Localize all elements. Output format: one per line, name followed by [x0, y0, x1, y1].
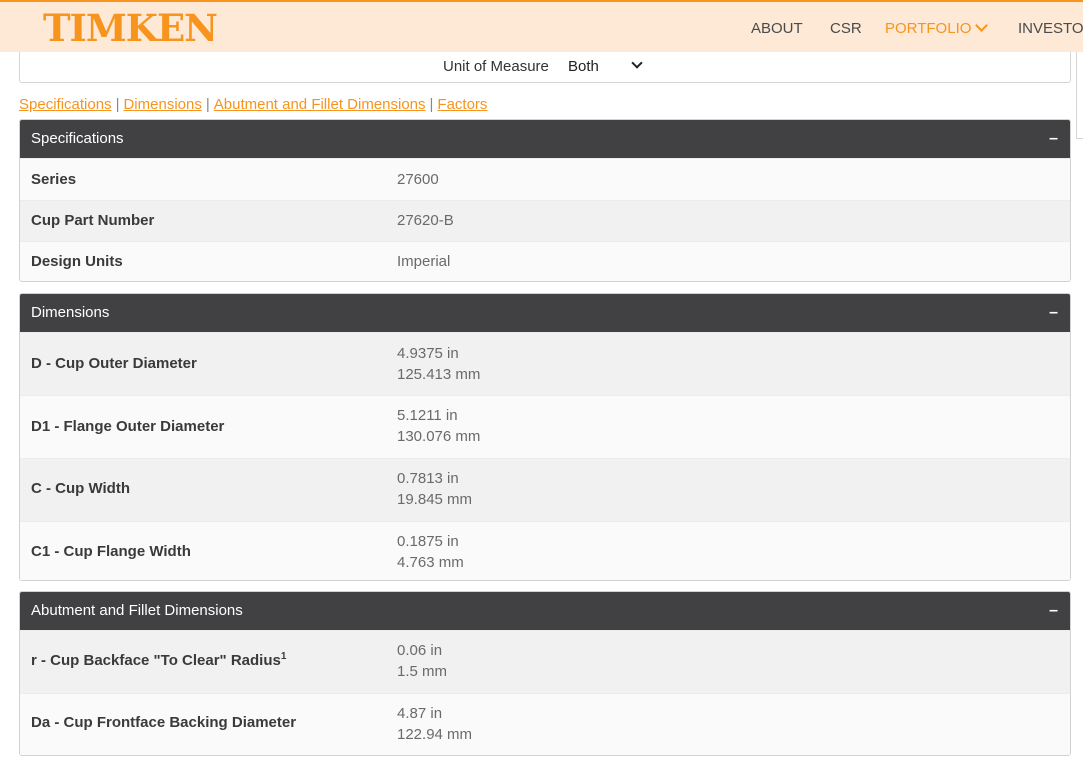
row-label: C1 - Cup Flange Width: [31, 543, 191, 560]
side-panel-edge: [1076, 52, 1083, 139]
link-abutment[interactable]: Abutment and Fillet Dimensions: [214, 96, 426, 113]
value-mm: 130.076 mm: [397, 428, 481, 445]
row-label: C - Cup Width: [31, 480, 131, 497]
row-value: Imperial: [397, 253, 451, 270]
row-label: Design Units: [31, 253, 123, 270]
section-links: Specifications | Dimensions | Abutment and F…: [19, 96, 487, 113]
nav-portfolio[interactable]: PORTFOLIO: [885, 19, 989, 37]
table-row: C - Cup Width 0.7813 in 19.845 mm: [20, 458, 1070, 521]
link-separator: |: [429, 96, 434, 113]
value-in: 5.1211 in: [397, 407, 458, 424]
nav-investor[interactable]: INVESTOR: [1018, 20, 1083, 37]
row-value: 5.1211 in 130.076 mm: [397, 405, 480, 447]
table-row: Cup Part Number 27620-B: [20, 200, 1070, 241]
row-label: D1 - Flange Outer Diameter: [31, 418, 225, 435]
specifications-panel: Specifications – Series 27600 Cup Part N…: [19, 119, 1071, 282]
link-factors[interactable]: Factors: [437, 96, 487, 113]
link-dimensions[interactable]: Dimensions: [123, 96, 201, 113]
row-label: Series: [31, 171, 77, 188]
dimensions-panel: Dimensions – D - Cup Outer Diameter 4.93…: [19, 293, 1071, 581]
link-separator: |: [205, 96, 210, 113]
table-row: D1 - Flange Outer Diameter 5.1211 in 130…: [20, 395, 1070, 458]
row-label: Cup Part Number: [31, 212, 155, 229]
row-value: 4.9375 in 125.413 mm: [397, 343, 480, 385]
table-row: C1 - Cup Flange Width 0.1875 in 4.763 mm: [20, 521, 1070, 580]
value-in: 0.1875 in: [397, 533, 459, 550]
specifications-header[interactable]: Specifications –: [20, 120, 1070, 158]
row-value: 27600: [397, 171, 439, 188]
nav-csr[interactable]: CSR: [830, 20, 862, 37]
top-header: TIMKEN ABOUT CSR PORTFOLIO INVESTOR: [0, 0, 1083, 52]
panel-title: Specifications: [31, 130, 124, 147]
row-value: 0.7813 in 19.845 mm: [397, 468, 472, 510]
value-in: 4.87 in: [397, 705, 443, 722]
collapse-icon[interactable]: –: [1049, 592, 1058, 630]
value-mm: 125.413 mm: [397, 366, 481, 383]
table-row: D - Cup Outer Diameter 4.9375 in 125.413…: [20, 332, 1070, 395]
dimensions-header[interactable]: Dimensions –: [20, 294, 1070, 332]
collapse-icon[interactable]: –: [1049, 294, 1058, 332]
timken-logo[interactable]: TIMKEN: [43, 6, 218, 50]
link-specifications[interactable]: Specifications: [19, 96, 112, 113]
table-row: r - Cup Backface "To Clear" Radius1 0.06…: [20, 630, 1070, 693]
value-mm: 4.763 mm: [397, 554, 464, 571]
row-value: 27620-B: [397, 212, 454, 229]
row-value: 0.06 in 1.5 mm: [397, 640, 447, 682]
abutment-header[interactable]: Abutment and Fillet Dimensions –: [20, 592, 1070, 630]
value-mm: 19.845 mm: [397, 491, 473, 508]
value-mm: 1.5 mm: [397, 663, 448, 680]
row-label: D - Cup Outer Diameter: [31, 355, 197, 372]
table-row: Design Units Imperial: [20, 241, 1070, 281]
value-mm: 122.94 mm: [397, 726, 473, 743]
value-in: 4.9375 in: [397, 345, 459, 362]
abutment-panel: Abutment and Fillet Dimensions – r - Cup…: [19, 591, 1071, 756]
nav-about[interactable]: ABOUT: [751, 20, 803, 37]
value-in: 0.7813 in: [397, 470, 459, 487]
row-value: 4.87 in 122.94 mm: [397, 703, 472, 745]
link-separator: |: [115, 96, 120, 113]
value-in: 0.06 in: [397, 642, 443, 659]
row-value: 0.1875 in 4.763 mm: [397, 531, 464, 573]
panel-title: Dimensions: [31, 304, 110, 321]
unit-of-measure-select[interactable]: Both: [568, 58, 599, 75]
table-row: Series 27600: [20, 158, 1070, 200]
unit-of-measure-label: Unit of Measure: [443, 58, 549, 75]
panel-title: Abutment and Fillet Dimensions: [31, 602, 243, 619]
row-label: r - Cup Backface "To Clear" Radius1: [31, 651, 286, 669]
collapse-icon[interactable]: –: [1049, 120, 1058, 158]
chevron-down-icon: [975, 19, 989, 32]
row-label: Da - Cup Frontface Backing Diameter: [31, 714, 297, 731]
nav-portfolio-label: PORTFOLIO: [885, 20, 972, 37]
table-row: Da - Cup Frontface Backing Diameter 4.87…: [20, 693, 1070, 755]
footnote-marker: 1: [280, 651, 287, 662]
row-label-text: r - Cup Backface "To Clear" Radius: [31, 652, 281, 669]
